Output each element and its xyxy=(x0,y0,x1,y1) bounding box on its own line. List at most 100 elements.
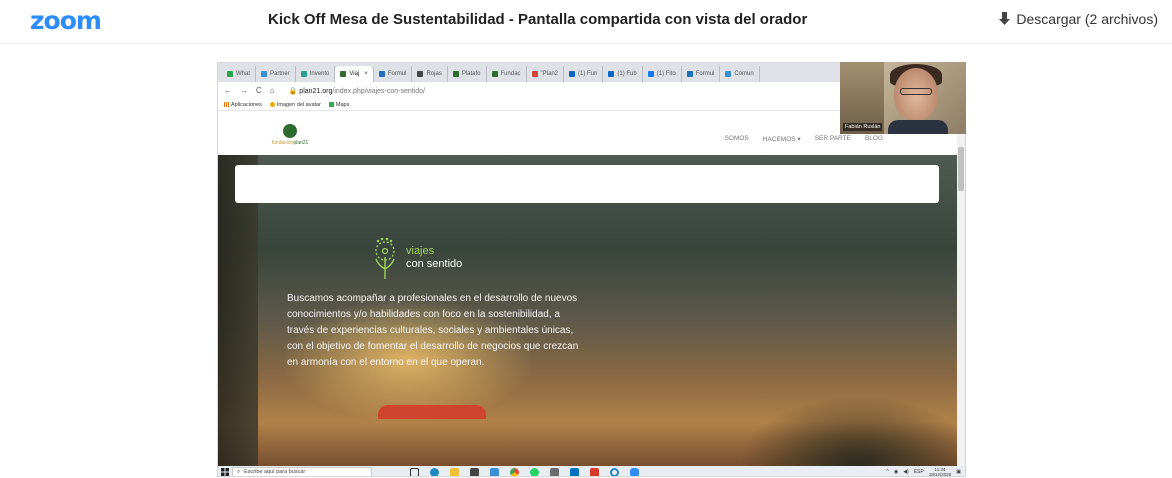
bookmark-avatar[interactable]: Imagen del avatar xyxy=(269,101,321,108)
zoom-header: zoom Kick Off Mesa de Sustentabilidad - … xyxy=(0,0,1172,44)
browser-tab[interactable]: (1) Fub xyxy=(603,66,643,82)
bookmark-maps[interactable]: Maps xyxy=(328,101,350,108)
windows-start-icon[interactable] xyxy=(218,466,232,476)
browser-tab[interactable]: Invento xyxy=(296,66,336,82)
speaker-video-thumbnail[interactable]: Fabián Ruslán xyxy=(840,62,966,134)
home-icon[interactable]: ⌂ xyxy=(270,86,275,95)
tab-favicon-icon xyxy=(647,71,654,77)
tab-favicon-icon xyxy=(227,71,233,77)
browser-tab[interactable]: What xyxy=(222,66,257,82)
reload-icon[interactable]: C xyxy=(256,86,262,95)
tab-favicon-icon xyxy=(300,71,307,77)
tab-label: What xyxy=(236,71,251,77)
tab-label: "Plan2 xyxy=(540,71,559,77)
store-icon[interactable] xyxy=(470,467,479,476)
search-icon: ⌕ xyxy=(237,468,241,475)
tab-label: Platafo xyxy=(461,71,481,77)
tab-label: (1) Fun xyxy=(578,71,598,77)
bookmark-apps[interactable]: Aplicaciones xyxy=(224,102,262,108)
browser-tab[interactable]: Comun xyxy=(720,66,760,82)
browser-tab[interactable]: (1) Fun xyxy=(564,66,604,82)
tab-label: Viaj xyxy=(349,71,360,77)
browser-tab[interactable]: Platafo xyxy=(448,66,487,82)
clock-date: 18/12/2020 xyxy=(928,472,952,477)
brand-part1: fundación xyxy=(271,140,294,146)
browser-tab[interactable]: Partner xyxy=(256,66,296,82)
tab-favicon-icon xyxy=(686,71,693,77)
back-icon[interactable]: ← xyxy=(224,86,232,95)
app-icon[interactable] xyxy=(550,467,559,476)
scrollbar-thumb[interactable] xyxy=(958,147,964,191)
tab-favicon-icon xyxy=(725,71,732,77)
browser-tab[interactable]: "Plan2 xyxy=(527,66,565,82)
tab-favicon-icon xyxy=(261,71,268,77)
menu-hacemos[interactable]: HACEMOS ▾ xyxy=(763,135,801,143)
task-view-icon[interactable] xyxy=(410,467,419,476)
logo-line1: viajes xyxy=(406,245,435,257)
menu-somos[interactable]: SOMOS xyxy=(725,135,749,143)
viajes-con-sentido-logo: viajes con sentido xyxy=(370,235,462,281)
language-indicator[interactable]: ESP xyxy=(914,469,924,475)
site-brand-text: fundaciónplan21 xyxy=(260,140,320,146)
outlook-icon[interactable] xyxy=(570,467,579,476)
hero-description: Buscamos acompañar a profesionales en el… xyxy=(287,293,579,368)
mail-icon[interactable] xyxy=(490,467,499,476)
tab-favicon-icon xyxy=(452,71,459,77)
bookmark-label: Aplicaciones xyxy=(231,101,262,108)
tab-label: Partner xyxy=(270,71,290,77)
windows-taskbar: ⌕ Escribe aquí para buscar ^ ◉ ◀) ESP 11… xyxy=(218,466,965,477)
file-explorer-icon[interactable] xyxy=(450,467,459,476)
hero-trees-left xyxy=(218,155,258,466)
forward-icon[interactable]: → xyxy=(240,86,248,95)
system-tray: ^ ◉ ◀) ESP 11:34 18/12/2020 ▣ xyxy=(886,467,965,477)
menu-ser-parte[interactable]: SER PARTE xyxy=(815,135,851,143)
tab-close-icon[interactable]: × xyxy=(364,71,368,77)
video-person-shirt xyxy=(888,120,948,134)
acrobat-icon[interactable] xyxy=(590,467,599,476)
browser-tab[interactable]: Rojas xyxy=(412,66,448,82)
bookmark-label: Maps xyxy=(335,101,350,108)
edge-icon[interactable] xyxy=(430,467,439,476)
notifications-icon[interactable]: ▣ xyxy=(956,469,961,475)
tree-logo-icon xyxy=(283,124,297,138)
page-scrollbar[interactable] xyxy=(957,112,965,466)
browser-tab[interactable]: Fundac xyxy=(487,66,527,82)
tab-favicon-icon xyxy=(569,71,576,77)
url-path: /index.php/viajes-con-sentido/ xyxy=(332,87,426,95)
url-domain: plan21.org xyxy=(299,87,333,95)
chrome-icon[interactable] xyxy=(510,467,519,476)
apps-grid-icon xyxy=(224,102,229,107)
download-button[interactable]: Descargar (2 archivos) xyxy=(999,11,1158,27)
tab-label: Formul xyxy=(695,71,715,77)
hero-cta-button[interactable] xyxy=(378,405,486,419)
tab-favicon-icon xyxy=(608,71,615,77)
tab-favicon-icon xyxy=(378,71,385,77)
taskbar-search-box[interactable]: ⌕ Escribe aquí para buscar xyxy=(232,467,372,476)
search-placeholder: Escribe aquí para buscar xyxy=(244,469,306,475)
bookmark-label: Imagen del avatar xyxy=(276,101,321,108)
logo-line2: con sentido xyxy=(406,258,463,270)
volume-icon[interactable]: ◀) xyxy=(903,469,909,475)
site-logo[interactable]: fundaciónplan21 xyxy=(260,124,320,146)
menu-blog[interactable]: BLOG xyxy=(865,135,883,143)
tray-chevron-icon[interactable]: ^ xyxy=(886,469,888,475)
browser-tab[interactable]: Formul xyxy=(374,66,413,82)
download-arrow-icon xyxy=(999,12,1011,25)
maps-icon xyxy=(328,102,334,107)
tab-favicon-icon xyxy=(340,71,347,77)
tab-label: Invento xyxy=(309,71,330,77)
network-icon[interactable]: ◉ xyxy=(894,469,898,475)
url-field[interactable]: 🔒 plan21.org/index.php/viajes-con-sentid… xyxy=(289,87,425,95)
sprout-logo-icon xyxy=(375,237,395,279)
meeting-title: Kick Off Mesa de Sustentabilidad - Panta… xyxy=(268,11,808,28)
tab-favicon-icon xyxy=(417,71,424,77)
zoom-app-icon[interactable] xyxy=(630,467,639,476)
site-menu: SOMOS HACEMOS ▾ SER PARTE BLOG xyxy=(725,135,883,143)
whatsapp-icon[interactable] xyxy=(530,467,539,476)
browser-tab[interactable]: Viaj × xyxy=(335,66,374,82)
cortana-icon[interactable] xyxy=(610,467,619,476)
browser-tab[interactable]: Formul xyxy=(682,66,721,82)
browser-tab[interactable]: (1) Fito xyxy=(643,66,682,82)
clock[interactable]: 11:34 18/12/2020 xyxy=(928,467,952,477)
brand-part2: plan21 xyxy=(293,140,309,146)
